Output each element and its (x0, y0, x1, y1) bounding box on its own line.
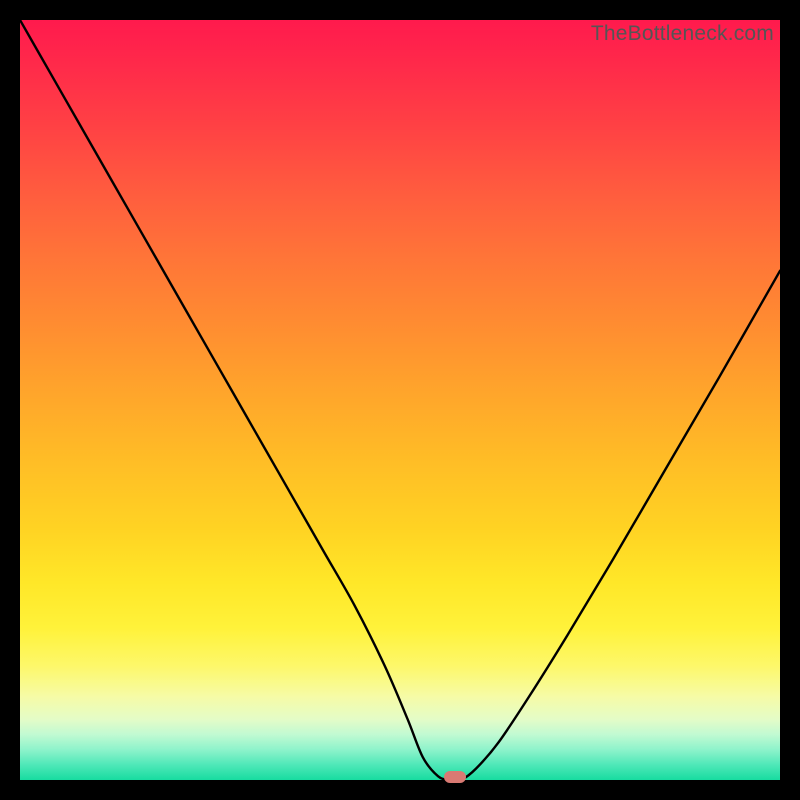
bottleneck-curve (20, 20, 780, 780)
optimal-point-marker (444, 771, 466, 783)
chart-frame: TheBottleneck.com (0, 0, 800, 800)
plot-area: TheBottleneck.com (20, 20, 780, 780)
